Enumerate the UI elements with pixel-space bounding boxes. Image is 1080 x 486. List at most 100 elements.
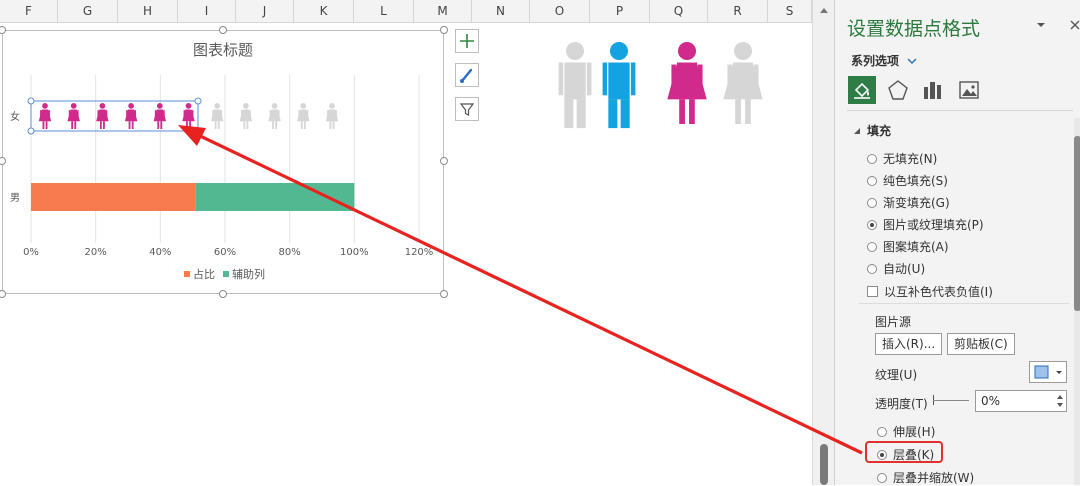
panel-divider bbox=[847, 110, 1073, 111]
filter-icon bbox=[459, 103, 475, 116]
insert-button[interactable]: 插入(R)... bbox=[875, 333, 943, 355]
stretch-option[interactable]: 伸展(H) bbox=[877, 423, 935, 440]
column-header-S[interactable]: S bbox=[768, 0, 812, 22]
female-icon-faded bbox=[325, 103, 339, 129]
radio-button[interactable] bbox=[877, 473, 887, 483]
chart-resize-handle[interactable] bbox=[219, 26, 227, 34]
plus-icon bbox=[460, 34, 474, 48]
invert-negative-option[interactable]: 以互补色代表负值(I) bbox=[867, 283, 993, 300]
chart-title[interactable]: 图表标题 bbox=[193, 41, 253, 59]
close-icon[interactable] bbox=[1069, 19, 1080, 31]
column-header-F[interactable]: F bbox=[0, 0, 58, 22]
radio-button[interactable] bbox=[867, 264, 877, 274]
column-header-H[interactable]: H bbox=[118, 0, 178, 22]
fill-option-solid[interactable]: 纯色填充(S) bbox=[867, 172, 948, 189]
selection-handle[interactable] bbox=[27, 97, 35, 105]
chart-elements-button[interactable] bbox=[455, 29, 479, 53]
invert-negative-label: 以互补色代表负值(I) bbox=[884, 285, 993, 299]
column-header-N[interactable]: N bbox=[472, 0, 530, 22]
x-tick-label: 100% bbox=[340, 247, 369, 258]
radio-button[interactable] bbox=[867, 198, 877, 208]
checkbox[interactable] bbox=[867, 286, 878, 297]
stack-option[interactable]: 层叠(K) bbox=[877, 446, 934, 463]
fill-option-none[interactable]: 无填充(N) bbox=[867, 150, 937, 167]
legend-swatch bbox=[184, 271, 190, 277]
column-header-G[interactable]: G bbox=[58, 0, 118, 22]
radio-button-selected[interactable] bbox=[867, 220, 877, 230]
fill-option-label: 渐变填充(G) bbox=[883, 196, 950, 210]
female-icon-filled bbox=[38, 103, 52, 129]
female-icon-faded bbox=[239, 103, 253, 129]
selection-handle[interactable] bbox=[27, 127, 35, 135]
series-options-bars-icon[interactable] bbox=[921, 78, 945, 102]
category-label: 女 bbox=[10, 110, 20, 123]
fill-option-picture[interactable]: 图片或纹理填充(P) bbox=[867, 216, 984, 233]
female-icon-faded bbox=[268, 103, 281, 129]
panel-divider bbox=[859, 303, 1069, 304]
radio-button[interactable] bbox=[877, 427, 887, 437]
fill-option-pattern[interactable]: 图案填充(A) bbox=[867, 238, 949, 255]
selection-handle[interactable] bbox=[194, 127, 202, 135]
column-header-O[interactable]: O bbox=[530, 0, 590, 22]
chart-resize-handle[interactable] bbox=[440, 26, 448, 34]
chart-resize-handle[interactable] bbox=[440, 290, 448, 298]
chart-area[interactable]: 图表标题 0% 20% 40% 60% 80% 100% 120% 女男占比 辅助列 bbox=[2, 30, 444, 294]
column-header-I[interactable]: I bbox=[178, 0, 236, 22]
panel-menu-chevron-icon[interactable] bbox=[1035, 20, 1047, 30]
radio-button-selected[interactable] bbox=[877, 450, 887, 460]
transparency-label: 透明度(T) bbox=[875, 397, 928, 411]
clipboard-button[interactable]: 剪贴板(C) bbox=[947, 333, 1015, 355]
radio-button[interactable] bbox=[867, 176, 877, 186]
spinner-icon[interactable] bbox=[1056, 393, 1064, 409]
column-header-J[interactable]: J bbox=[236, 0, 294, 22]
sheet-vertical-scrollbar[interactable] bbox=[812, 0, 835, 485]
column-header-L[interactable]: L bbox=[354, 0, 414, 22]
female-icon-bar[interactable] bbox=[38, 103, 339, 129]
transparency-input[interactable]: 0% bbox=[975, 390, 1067, 412]
column-header-P[interactable]: P bbox=[590, 0, 650, 22]
fill-option-auto[interactable]: 自动(U) bbox=[867, 260, 925, 277]
chevron-down-icon bbox=[907, 58, 917, 64]
fill-section-header[interactable]: 填充 bbox=[853, 122, 891, 139]
column-header-M[interactable]: M bbox=[414, 0, 472, 22]
transparency-slider[interactable] bbox=[933, 394, 969, 406]
x-tick-label: 0% bbox=[23, 247, 39, 258]
panel-scrollbar-thumb[interactable] bbox=[1074, 136, 1080, 311]
column-header-R[interactable]: R bbox=[708, 0, 768, 22]
chart-styles-button[interactable] bbox=[455, 63, 479, 87]
chart-legend[interactable]: 占比 辅助列 bbox=[184, 267, 265, 281]
fill-option-gradient[interactable]: 渐变填充(G) bbox=[867, 194, 950, 211]
scrollbar-thumb[interactable] bbox=[820, 444, 828, 485]
texture-dropdown[interactable] bbox=[1029, 361, 1067, 383]
stack-scale-option[interactable]: 层叠并缩放(W) bbox=[877, 469, 974, 486]
chart-resize-handle[interactable] bbox=[219, 290, 227, 298]
legend-swatch bbox=[223, 271, 229, 277]
chart-resize-handle[interactable] bbox=[440, 157, 448, 165]
x-tick-label: 120% bbox=[405, 247, 434, 258]
fill-option-label: 无填充(N) bbox=[883, 152, 938, 166]
panel-scrollbar[interactable] bbox=[1074, 118, 1080, 485]
bar-male-helper[interactable] bbox=[195, 183, 355, 211]
picture-icon[interactable] bbox=[957, 78, 981, 102]
texture-swatch-icon bbox=[1034, 365, 1062, 379]
stack-label: 层叠(K) bbox=[893, 448, 935, 462]
slider-track bbox=[933, 400, 969, 401]
fill-line-tab[interactable] bbox=[848, 76, 876, 104]
female-icon-filled bbox=[67, 103, 80, 129]
selected-data-point-box[interactable] bbox=[30, 100, 199, 132]
column-header-Q[interactable]: Q bbox=[650, 0, 708, 22]
selection-handle[interactable] bbox=[194, 97, 202, 105]
series-options-label: 系列选项 bbox=[851, 54, 900, 68]
column-header-K[interactable]: K bbox=[294, 0, 354, 22]
bar-male-share[interactable] bbox=[31, 183, 196, 211]
effects-pentagon-icon[interactable] bbox=[885, 78, 911, 102]
x-tick-label: 40% bbox=[149, 247, 171, 258]
female-icon-filled bbox=[182, 103, 195, 129]
radio-button[interactable] bbox=[867, 242, 877, 252]
legend-label: 占比 bbox=[193, 267, 215, 281]
scroll-up-icon[interactable] bbox=[813, 0, 835, 22]
chart-filters-button[interactable] bbox=[455, 97, 479, 121]
column-header: FGHIJKLMNOPQRS bbox=[0, 0, 820, 23]
radio-button[interactable] bbox=[867, 154, 877, 164]
series-options-dropdown[interactable]: 系列选项 bbox=[851, 52, 917, 69]
